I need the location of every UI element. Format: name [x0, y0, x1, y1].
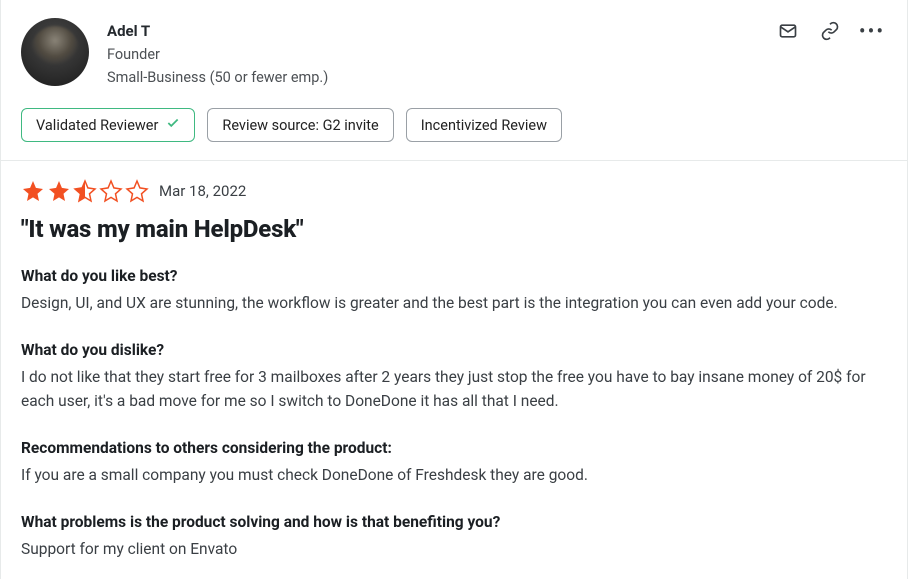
mail-icon[interactable] [777, 20, 799, 42]
review-title: "It was my main HelpDesk" [21, 215, 887, 243]
review-body: Mar 18, 2022 "It was my main HelpDesk" W… [1, 161, 907, 579]
answer-dislike: I do not like that they start free for 3… [21, 365, 887, 413]
star-half-icon [73, 179, 97, 203]
question-dislike: What do you dislike? [21, 341, 887, 359]
badge-incentivized[interactable]: Incentivized Review [406, 108, 562, 142]
question-recommendations: Recommendations to others considering th… [21, 439, 887, 457]
question-like-best: What do you like best? [21, 267, 887, 285]
star-icon [21, 179, 45, 203]
header-actions: ••• [777, 18, 887, 86]
star-empty-icon [99, 179, 123, 203]
badge-source-label: Review source: G2 invite [222, 117, 378, 134]
reviewer-name[interactable]: Adel T [107, 22, 777, 40]
badges-row: Validated Reviewer Review source: G2 inv… [1, 86, 907, 160]
rating-row: Mar 18, 2022 [21, 179, 887, 203]
badge-source[interactable]: Review source: G2 invite [207, 108, 393, 142]
answer-like-best: Design, UI, and UX are stunning, the wor… [21, 291, 887, 315]
review-header: Adel T Founder Small-Business (50 or few… [1, 0, 907, 86]
reviewer-business: Small-Business (50 or fewer emp.) [107, 69, 777, 86]
review-date: Mar 18, 2022 [159, 182, 246, 200]
answer-recommendations: If you are a small company you must chec… [21, 463, 887, 487]
avatar[interactable] [21, 18, 89, 86]
reviewer-role: Founder [107, 46, 777, 63]
more-icon[interactable]: ••• [861, 20, 883, 42]
reviewer-info: Adel T Founder Small-Business (50 or few… [107, 18, 777, 86]
answer-problems: Support for my client on Envato [21, 537, 887, 561]
star-icon [47, 179, 71, 203]
badge-validated[interactable]: Validated Reviewer [21, 108, 195, 142]
review-card: Adel T Founder Small-Business (50 or few… [0, 0, 908, 579]
star-empty-icon [125, 179, 149, 203]
question-problems: What problems is the product solving and… [21, 513, 887, 531]
check-icon [166, 116, 180, 134]
badge-incentivized-label: Incentivized Review [421, 117, 547, 134]
badge-validated-label: Validated Reviewer [36, 117, 158, 134]
star-rating [21, 179, 149, 203]
link-icon[interactable] [819, 20, 841, 42]
